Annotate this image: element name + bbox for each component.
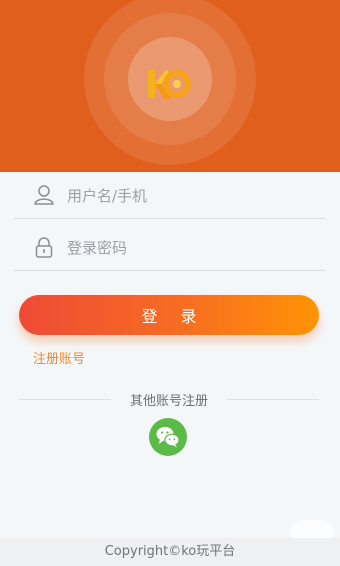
other-login-divider: 其他账号注册: [19, 390, 319, 410]
header-banner: [0, 0, 340, 172]
ko-logo-icon: [148, 70, 191, 100]
username-input[interactable]: [67, 183, 307, 209]
login-button[interactable]: 登 录: [19, 295, 319, 335]
wechat-login-button[interactable]: [149, 418, 187, 456]
register-account-link[interactable]: 注册账号: [33, 348, 85, 367]
password-input[interactable]: [67, 235, 307, 261]
wechat-icon: [156, 427, 180, 448]
footer-copyright: Copyright©ko玩平台: [0, 538, 340, 566]
lock-icon: [35, 237, 53, 258]
divider-line-right: [227, 399, 319, 400]
user-icon: [34, 185, 54, 205]
username-field-row: [14, 173, 325, 219]
password-field-row: [14, 225, 325, 271]
